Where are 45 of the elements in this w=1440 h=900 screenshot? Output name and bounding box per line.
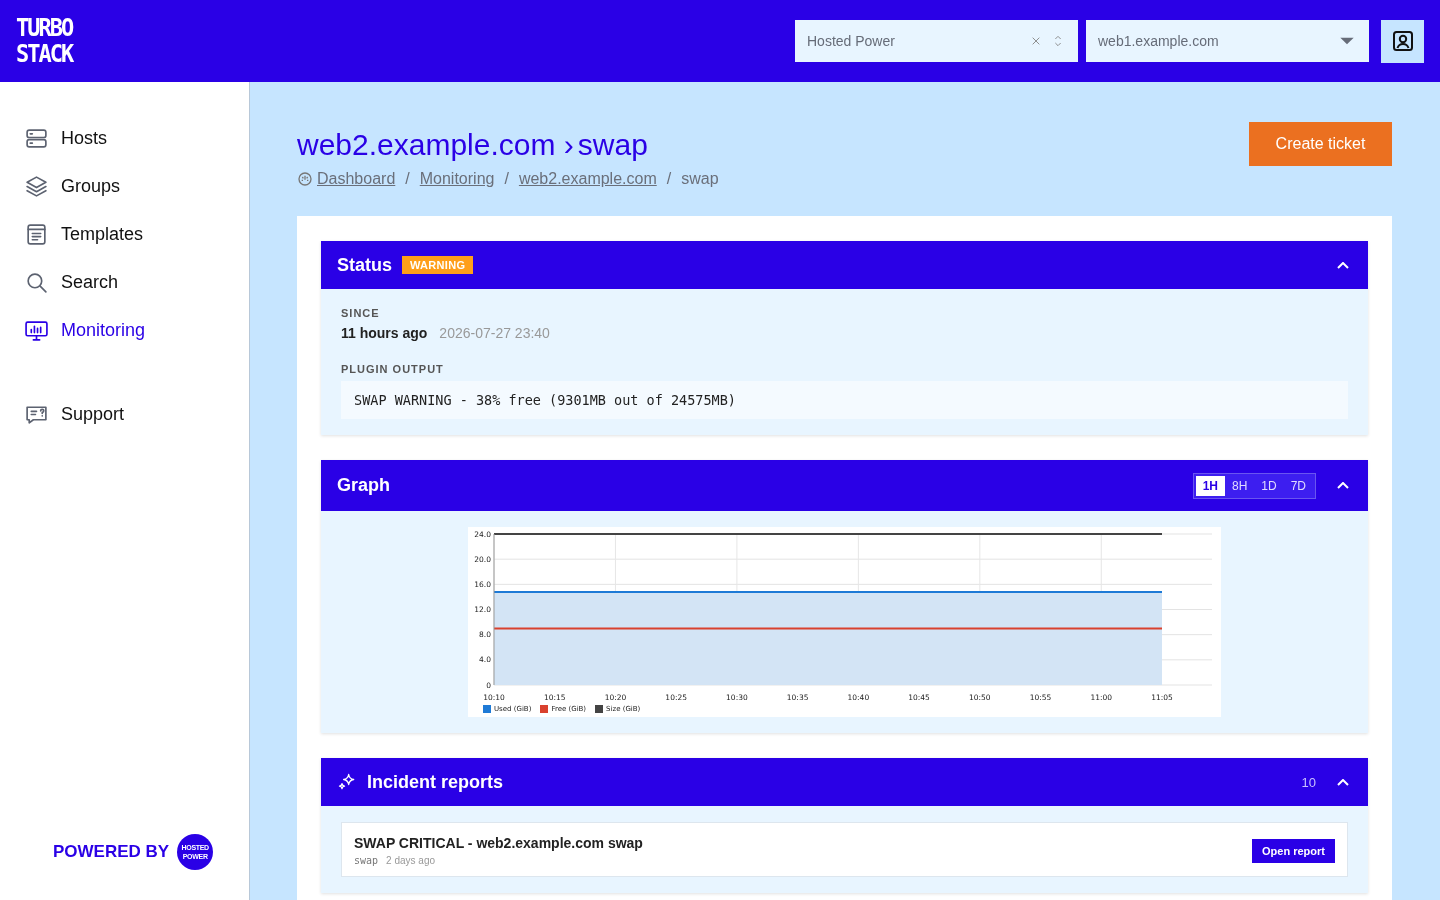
sparkle-icon bbox=[337, 772, 357, 792]
layers-icon bbox=[24, 173, 49, 199]
panel-title: Incident reports bbox=[367, 771, 504, 793]
incident-title: SWAP CRITICAL - web2.example.com swap bbox=[354, 835, 643, 851]
user-icon bbox=[1390, 29, 1415, 53]
breadcrumb-link[interactable]: web2.example.com bbox=[518, 170, 657, 188]
nav-item[interactable]: Templates bbox=[24, 210, 144, 258]
range-tab[interactable]: 7D bbox=[1283, 475, 1313, 496]
document-icon bbox=[24, 221, 49, 247]
account-button[interactable] bbox=[1381, 19, 1424, 63]
incident-time: 2 days ago bbox=[386, 855, 436, 866]
nav-item[interactable]: Search bbox=[24, 258, 119, 306]
company-select[interactable]: Hosted Power bbox=[795, 20, 1078, 62]
collapse-icon bbox=[1337, 778, 1349, 786]
gauge-icon bbox=[297, 171, 313, 187]
nav-item[interactable]: Support bbox=[24, 390, 125, 438]
range-tab[interactable]: 8H bbox=[1224, 475, 1255, 496]
incident-count: 10 bbox=[1301, 774, 1316, 790]
collapse-icon bbox=[1337, 482, 1349, 489]
breadcrumb-current: swap bbox=[681, 170, 719, 188]
range-tab[interactable]: 1H bbox=[1195, 475, 1225, 496]
nav-item[interactable]: Groups bbox=[24, 162, 121, 210]
collapse-icon bbox=[1337, 261, 1349, 269]
breadcrumb-separator: / bbox=[504, 170, 509, 188]
range-tab[interactable]: 1D bbox=[1254, 475, 1284, 496]
field-label: PLUGIN OUTPUT bbox=[341, 363, 445, 375]
breadcrumb-link[interactable]: Dashboard bbox=[317, 170, 396, 188]
incident-check: swap bbox=[354, 855, 379, 866]
page-title: web2.example.com ›swap bbox=[297, 127, 649, 163]
breadcrumb-link[interactable]: Monitoring bbox=[419, 170, 495, 188]
breadcrumb-separator: / bbox=[405, 170, 410, 188]
breadcrumb-separator: / bbox=[666, 170, 672, 188]
since-value: 11 hours ago bbox=[341, 325, 428, 341]
panel-title: Graph bbox=[337, 475, 390, 496]
host-select[interactable]: web1.example.com bbox=[1086, 20, 1369, 62]
nav-item[interactable]: Monitoring bbox=[24, 306, 146, 354]
plugin-output: SWAP WARNING - 38% free (9301MB out of 24575MB) bbox=[341, 381, 1348, 419]
nav-item[interactable]: Hosts bbox=[24, 114, 107, 162]
open-report-button[interactable]: Open report bbox=[1252, 838, 1335, 863]
status-badge: WARNING bbox=[402, 256, 474, 274]
field-label: SINCE bbox=[341, 307, 381, 319]
logo: TURBO STACK bbox=[16, 15, 73, 67]
powered-by-text: POWERED BY bbox=[53, 842, 170, 862]
panel-title: Status bbox=[337, 254, 392, 276]
since-date: 2026-07-27 23:40 bbox=[439, 325, 550, 341]
